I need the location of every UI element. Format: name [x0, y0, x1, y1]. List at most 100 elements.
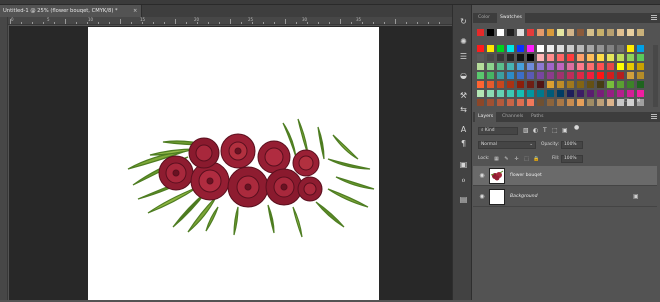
properties-icon[interactable]: ⚒ — [458, 91, 469, 101]
swatches-scrollbar[interactable] — [653, 45, 658, 107]
swatch[interactable] — [597, 99, 604, 106]
swatch[interactable] — [587, 81, 594, 88]
fill-input[interactable]: 100% — [561, 155, 583, 163]
swatch[interactable] — [527, 90, 534, 97]
character-icon[interactable]: A — [458, 125, 469, 135]
swatch[interactable] — [637, 54, 644, 61]
swatch[interactable] — [527, 29, 534, 36]
swatch[interactable] — [517, 90, 524, 97]
swatch[interactable] — [507, 99, 514, 106]
swatch[interactable] — [547, 72, 554, 79]
swatch[interactable] — [587, 90, 594, 97]
lock-artboard-icon[interactable]: ⬚ — [523, 155, 530, 163]
layer-row-flower-bouqet[interactable]: ◉ flower bouqet — [473, 166, 657, 186]
swatch[interactable] — [517, 45, 524, 52]
swatch[interactable] — [587, 45, 594, 52]
swatch[interactable] — [477, 90, 484, 97]
swatch[interactable] — [637, 29, 644, 36]
paragraph-icon[interactable]: ¶ — [458, 139, 469, 149]
swatch[interactable] — [607, 63, 614, 70]
lock-transparent-icon[interactable]: ▦ — [493, 155, 500, 163]
tab-layers[interactable]: Layers — [475, 112, 497, 122]
swatch[interactable] — [487, 29, 494, 36]
swatch[interactable] — [627, 72, 634, 79]
swatch[interactable] — [567, 81, 574, 88]
swatch[interactable] — [477, 81, 484, 88]
swatch[interactable] — [637, 81, 644, 88]
swatch[interactable] — [637, 45, 644, 52]
swatch[interactable] — [607, 72, 614, 79]
swatch[interactable] — [477, 54, 484, 61]
swatch[interactable] — [517, 54, 524, 61]
paths-icon[interactable]: ⇆ — [458, 105, 469, 115]
swatch[interactable] — [537, 29, 544, 36]
trash-icon[interactable]: ✖ — [635, 98, 642, 104]
swatch[interactable] — [597, 29, 604, 36]
swatch[interactable] — [527, 54, 534, 61]
swatch[interactable] — [547, 81, 554, 88]
panel-menu-icon[interactable] — [651, 114, 657, 119]
swatch[interactable] — [637, 63, 644, 70]
swatch[interactable] — [597, 45, 604, 52]
filter-pixel-icon[interactable]: ▧ — [523, 127, 529, 135]
swatch[interactable] — [487, 63, 494, 70]
layer-name[interactable]: Background — [510, 187, 538, 207]
swatch[interactable] — [507, 29, 514, 36]
swatch[interactable] — [597, 72, 604, 79]
swatch[interactable] — [557, 90, 564, 97]
swatch[interactable] — [607, 54, 614, 61]
glyphs-icon[interactable]: ℴ — [458, 175, 469, 185]
swatch[interactable] — [507, 72, 514, 79]
swatch[interactable] — [547, 90, 554, 97]
visibility-eye-icon[interactable]: ◉ — [477, 192, 487, 202]
swatch[interactable] — [477, 45, 484, 52]
swatch[interactable] — [537, 99, 544, 106]
swatch[interactable] — [547, 54, 554, 61]
filter-smart-object-icon[interactable]: ▣ — [562, 127, 568, 135]
tab-channels[interactable]: Channels — [499, 112, 526, 122]
swatch[interactable] — [607, 45, 614, 52]
swatch[interactable] — [497, 81, 504, 88]
swatch[interactable] — [597, 63, 604, 70]
swatch[interactable] — [627, 63, 634, 70]
swatch[interactable] — [617, 72, 624, 79]
swatch[interactable] — [627, 54, 634, 61]
visibility-eye-icon[interactable]: ◉ — [477, 171, 487, 181]
swatch[interactable] — [637, 72, 644, 79]
swatch[interactable] — [567, 54, 574, 61]
close-icon[interactable]: × — [133, 5, 137, 17]
layer-name[interactable]: flower bouqet — [510, 166, 542, 186]
swatch[interactable] — [567, 45, 574, 52]
swatch[interactable] — [627, 90, 634, 97]
swatch[interactable] — [517, 63, 524, 70]
document-tab[interactable]: Untitled-1 @ 25% (flower bouqet, CMYK/8)… — [0, 5, 142, 17]
swatch[interactable] — [497, 63, 504, 70]
swatch[interactable] — [527, 63, 534, 70]
swatch[interactable] — [587, 72, 594, 79]
history-icon[interactable]: ↻ — [458, 17, 469, 27]
tab-color[interactable]: Color — [475, 13, 493, 23]
swatch[interactable] — [567, 90, 574, 97]
swatch[interactable] — [577, 81, 584, 88]
swatch[interactable] — [497, 99, 504, 106]
swatch[interactable] — [537, 63, 544, 70]
swatch[interactable] — [537, 54, 544, 61]
swatch[interactable] — [567, 63, 574, 70]
swatch[interactable] — [487, 45, 494, 52]
libraries-icon[interactable]: ☰ — [458, 52, 469, 62]
filter-type-icon[interactable]: T — [543, 127, 547, 135]
opacity-input[interactable]: 100% — [561, 141, 583, 149]
swatch[interactable] — [567, 99, 574, 106]
swatch[interactable] — [497, 29, 504, 36]
swatch[interactable] — [627, 81, 634, 88]
swatch[interactable] — [477, 72, 484, 79]
swatch[interactable] — [477, 99, 484, 106]
swatch[interactable] — [557, 99, 564, 106]
swatch[interactable] — [537, 90, 544, 97]
swatch[interactable] — [547, 99, 554, 106]
swatch[interactable] — [527, 72, 534, 79]
swatch[interactable] — [557, 81, 564, 88]
swatch[interactable] — [477, 63, 484, 70]
panel-menu-icon[interactable] — [651, 15, 657, 20]
swatch[interactable] — [607, 99, 614, 106]
